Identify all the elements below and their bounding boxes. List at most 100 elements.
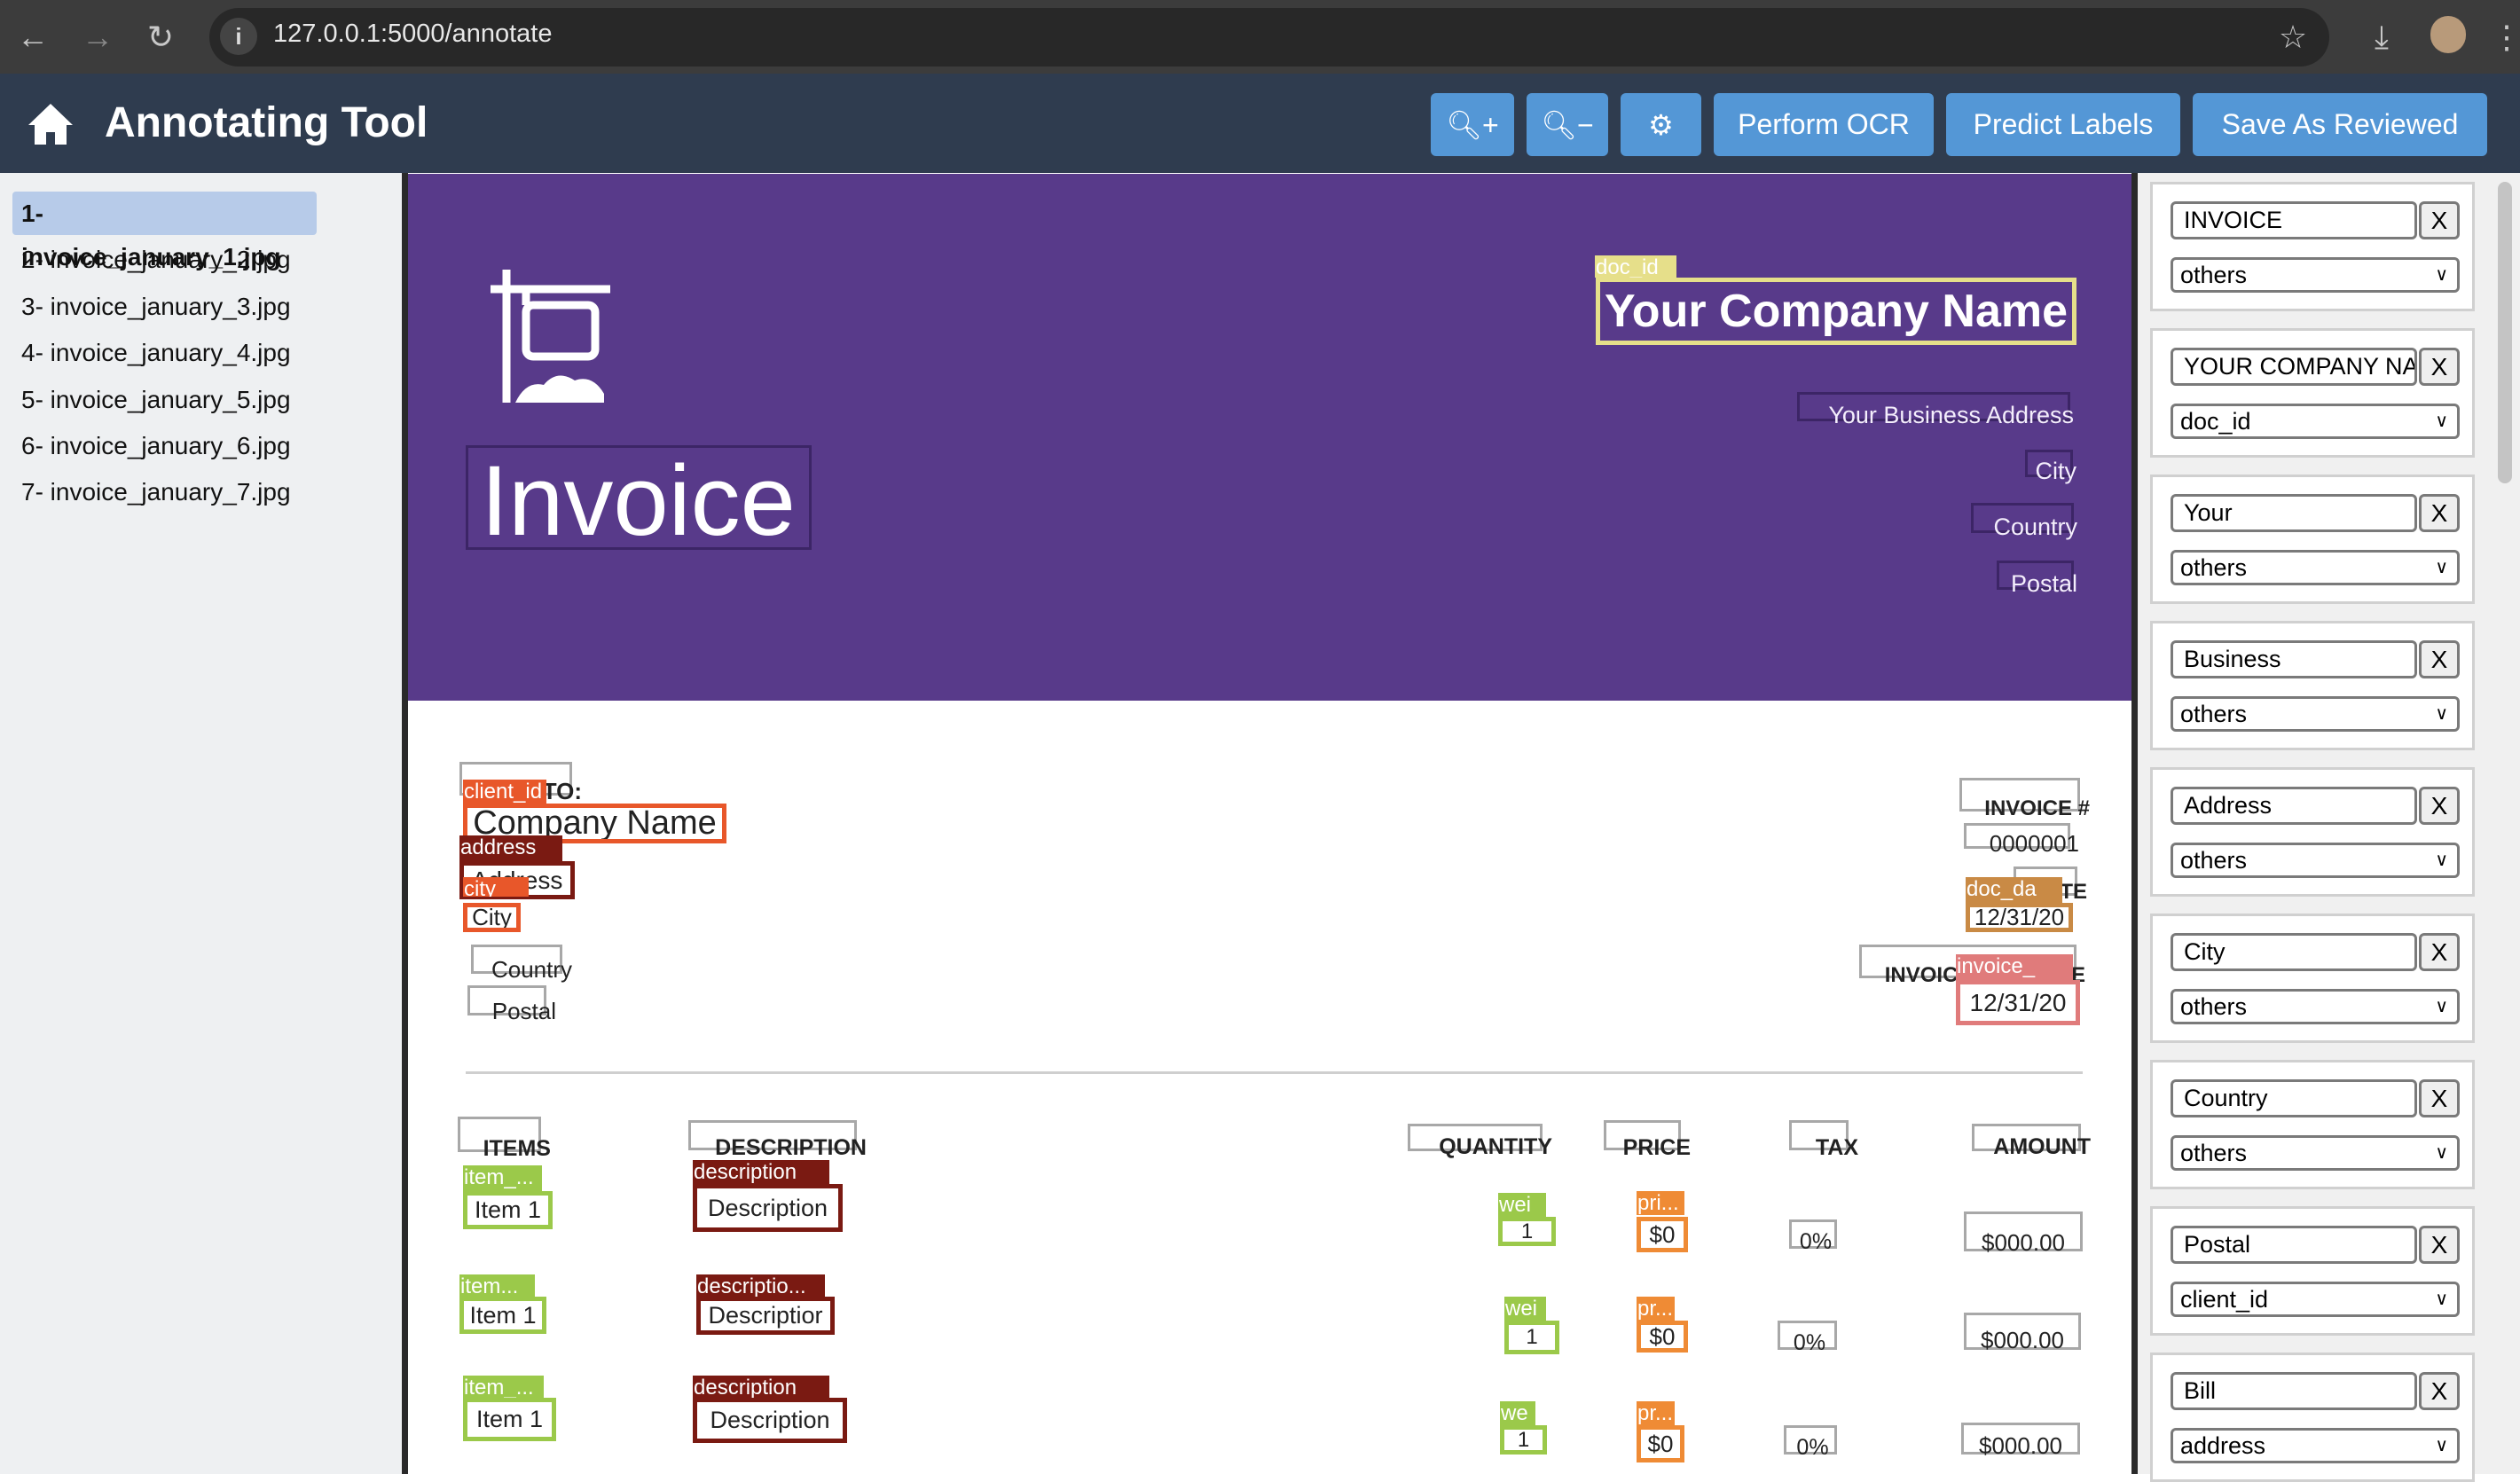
remove-token-button[interactable]: X <box>2419 348 2460 386</box>
item-tag[interactable]: item... <box>459 1274 535 1297</box>
label-card: Address Xothers ∨ <box>2150 767 2475 897</box>
remove-token-button[interactable]: X <box>2419 640 2460 678</box>
back-arrow-icon[interactable]: ← <box>11 0 55 74</box>
save-as-reviewed-button[interactable]: Save As Reviewed <box>2193 93 2487 156</box>
label-select[interactable]: others ∨ <box>2171 843 2460 878</box>
token-text-input[interactable]: Bill <box>2171 1372 2417 1410</box>
label-select[interactable]: others ∨ <box>2171 696 2460 732</box>
client-id-tag[interactable]: client_id <box>463 780 546 805</box>
price-annotation-box[interactable]: $0 <box>1637 1425 1684 1462</box>
predict-labels-button[interactable]: Predict Labels <box>1946 93 2180 156</box>
token-text-input[interactable]: Business <box>2171 640 2417 678</box>
item-tag[interactable]: item_... <box>463 1376 544 1398</box>
doc-date-tag[interactable]: doc_da <box>1966 877 2062 903</box>
remove-token-button[interactable]: X <box>2419 933 2460 971</box>
invoice-title-box[interactable]: Invoice <box>466 445 812 551</box>
label-select[interactable]: doc_id ∨ <box>2171 404 2460 439</box>
token-text-input[interactable]: Country <box>2171 1079 2417 1117</box>
remove-token-button[interactable]: X <box>2419 201 2460 239</box>
zoom-in-button[interactable]: 🔍︎+ <box>1431 93 1514 156</box>
quantity-tag[interactable]: wei <box>1504 1297 1546 1321</box>
quantity-annotation-box[interactable]: 1 <box>1500 1425 1547 1455</box>
price-tag[interactable]: pr... <box>1637 1401 1675 1425</box>
zoom-out-button[interactable]: 🔍︎− <box>1527 93 1608 156</box>
address-tag[interactable]: address <box>459 835 562 861</box>
doc-date-annotation-box[interactable]: 12/31/20 <box>1966 903 2073 932</box>
app-title: Annotating Tool <box>105 99 428 146</box>
token-text-input[interactable]: City <box>2171 933 2417 971</box>
client-country: Country <box>491 956 572 983</box>
token-text-input[interactable]: Address <box>2171 787 2417 825</box>
file-list-item[interactable]: 5- invoice_january_5.jpg <box>12 378 300 421</box>
label-select[interactable]: others ∨ <box>2171 257 2460 293</box>
remove-token-button[interactable]: X <box>2419 1079 2460 1117</box>
company-country: Country <box>1993 514 2077 540</box>
token-text-input[interactable]: Postal <box>2171 1226 2417 1264</box>
description-annotation-box[interactable]: Descriptior <box>696 1297 835 1335</box>
quantity-annotation-box[interactable]: 1 <box>1504 1321 1559 1354</box>
item-annotation-box[interactable]: Item 1 <box>463 1398 556 1441</box>
url-text[interactable]: 127.0.0.1:5000/annotate <box>273 0 552 67</box>
remove-token-button[interactable]: X <box>2419 494 2460 532</box>
item-annotation-box[interactable]: Item 1 <box>463 1191 553 1229</box>
quantity-tag[interactable]: wei <box>1498 1193 1546 1217</box>
label-select[interactable]: others ∨ <box>2171 1135 2460 1171</box>
label-select[interactable]: others ∨ <box>2171 550 2460 585</box>
file-list-item[interactable]: 2- invoice_january_2.jpg <box>12 238 300 281</box>
remove-token-button[interactable]: X <box>2419 787 2460 825</box>
token-text-input[interactable]: Your <box>2171 494 2417 532</box>
label-card: INVOICE Xothers ∨ <box>2150 182 2475 311</box>
tax-value: 0% <box>1793 1330 1826 1355</box>
file-list-item[interactable]: 6- invoice_january_6.jpg <box>12 424 300 467</box>
label-select[interactable]: others ∨ <box>2171 989 2460 1024</box>
doc-id-tag[interactable]: doc_id <box>1595 255 1676 278</box>
forward-arrow-icon[interactable]: → <box>75 0 120 74</box>
reload-icon[interactable]: ↻ <box>138 0 183 74</box>
chevron-down-icon: ∨ <box>2435 558 2448 577</box>
city-annotation-box[interactable]: City <box>463 903 521 932</box>
label-card: Your Xothers ∨ <box>2150 474 2475 604</box>
city-tag[interactable]: city <box>463 877 529 897</box>
perform-ocr-button[interactable]: Perform OCR <box>1714 93 1934 156</box>
remove-token-button[interactable]: X <box>2419 1372 2460 1410</box>
download-icon[interactable]: ⤓ <box>2359 0 2404 74</box>
description-annotation-box[interactable]: Description <box>693 1184 843 1232</box>
quantity-annotation-box[interactable]: 1 <box>1498 1217 1556 1246</box>
profile-avatar[interactable] <box>2430 16 2466 53</box>
description-tag[interactable]: descriptio... <box>696 1274 825 1297</box>
price-annotation-box[interactable]: $0 <box>1637 1217 1688 1252</box>
item-tag[interactable]: item_... <box>463 1165 542 1191</box>
file-list-item[interactable]: 4- invoice_january_4.jpg <box>12 331 300 374</box>
label-select[interactable]: client_id ∨ <box>2171 1282 2460 1317</box>
client-postal: Postal <box>491 998 556 1024</box>
header-price: PRICE <box>1622 1135 1691 1160</box>
label-card: Country Xothers ∨ <box>2150 1060 2475 1189</box>
label-card: YOUR COMPANY NA Xdoc_id ∨ <box>2150 328 2475 458</box>
settings-button[interactable]: ⚙ <box>1621 93 1701 156</box>
price-tag[interactable]: pr... <box>1637 1297 1675 1321</box>
star-icon[interactable]: ☆ <box>2271 0 2315 74</box>
token-text-input[interactable]: INVOICE <box>2171 201 2417 239</box>
price-tag[interactable]: pri... <box>1637 1191 1684 1215</box>
price-annotation-box[interactable]: $0 <box>1637 1321 1688 1353</box>
invoice-due-date-annotation-box[interactable]: 12/31/20 <box>1956 980 2080 1025</box>
description-tag[interactable]: description <box>693 1376 829 1398</box>
panel-scrollbar[interactable] <box>2498 182 2512 483</box>
site-info-icon[interactable]: i <box>220 18 257 55</box>
file-list-item[interactable]: 7- invoice_january_7.jpg <box>12 470 300 514</box>
home-icon[interactable] <box>27 100 75 146</box>
label-select-value: address <box>2180 1432 2266 1459</box>
doc-id-annotation-box[interactable]: Your Company Name <box>1596 278 2076 345</box>
label-select[interactable]: address ∨ <box>2171 1428 2460 1463</box>
quantity-tag[interactable]: we <box>1500 1401 1535 1425</box>
invoice-due-date-tag[interactable]: invoice_ <box>1956 954 2073 980</box>
token-text-input[interactable]: YOUR COMPANY NA <box>2171 348 2417 386</box>
label-select-value: others <box>2180 993 2248 1020</box>
description-tag[interactable]: description <box>693 1160 829 1184</box>
file-list-item[interactable]: 1- invoice_january_1.jpg <box>12 192 317 271</box>
more-menu-icon[interactable]: ⋮ <box>2491 0 2520 74</box>
description-annotation-box[interactable]: Description <box>693 1398 847 1443</box>
remove-token-button[interactable]: X <box>2419 1226 2460 1264</box>
item-annotation-box[interactable]: Item 1 <box>459 1297 546 1334</box>
file-list-item[interactable]: 3- invoice_january_3.jpg <box>12 285 300 328</box>
